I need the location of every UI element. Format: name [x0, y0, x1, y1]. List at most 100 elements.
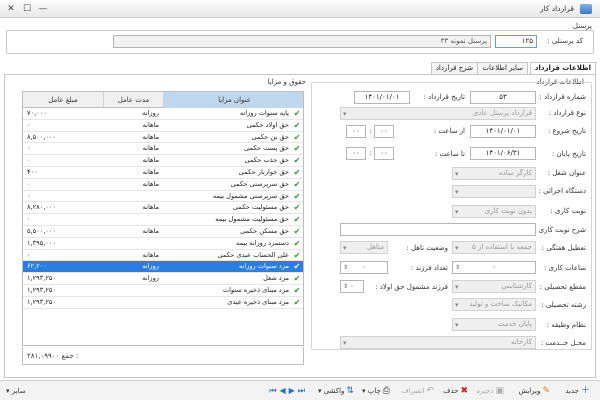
- exec-unit-select[interactable]: ▾: [452, 185, 536, 198]
- col-header-title[interactable]: عنوان مزایا: [163, 92, 303, 108]
- print-label: چاپ: [367, 387, 381, 395]
- window-titlebar: قرارداد کار ✕ ☐ —: [0, 0, 600, 18]
- work-hours-input[interactable]: ۰ ⇕: [452, 261, 536, 274]
- spinner-arrows-icon[interactable]: ⇕: [342, 282, 349, 291]
- table-row[interactable]: ✔ حق بن حکمی ماهانه ۸,۵۰۰,۰۰۰: [23, 132, 303, 144]
- benefits-grid: عنوان مزایا مدت عامل مبلغ عامل ✔ پایه سنو…: [22, 91, 304, 346]
- check-icon: ✔: [293, 262, 301, 272]
- last-record-icon[interactable]: ⏭: [298, 386, 308, 395]
- service-place-select[interactable]: کارخانه ▾: [340, 336, 536, 349]
- first-record-icon[interactable]: ⏮: [269, 386, 279, 395]
- table-row[interactable]: ✔ حق مسئولیت حکمی ماهانه ۸,۲۸۰,۰۰۰: [23, 202, 303, 215]
- fetch-label: واکشی: [323, 387, 345, 395]
- holiday-value: جمعه با استفاده از ۵: [472, 243, 532, 251]
- edit-button[interactable]: ✎ویرایش: [518, 385, 550, 397]
- table-row[interactable]: ✔ مزد مبنای ذخیره سنوات ۱,۲۹۳,۲۵۰: [23, 285, 303, 297]
- child-allowance-input[interactable]: ۰ ⇕: [340, 280, 364, 293]
- cancel-button[interactable]: ↶انصراف: [401, 385, 434, 397]
- shift-desc-input[interactable]: [340, 223, 536, 236]
- table-row[interactable]: ✔ مزد سنوات روزانه روزانه ۶۲,۲۰۰: [23, 261, 303, 274]
- table-row[interactable]: ✔ حق سرپرستی مشمول بیمه ۰: [23, 191, 303, 203]
- table-row[interactable]: ✔ حق خواربار حکمی ماهانه ۴۰۰: [23, 167, 303, 179]
- row-amount: ۱,۲۹۳,۲۵۰: [27, 274, 56, 283]
- shift-select[interactable]: بدون نوبت کاری ▾: [452, 205, 536, 218]
- military-select[interactable]: پایان خدمت ▾: [452, 318, 536, 331]
- table-row[interactable]: ✔ حق مسکن حکمی ماهانه ۵,۵۰۰,۰۰۰: [23, 226, 303, 238]
- fetch-button[interactable]: ⇅واکشی ▾: [318, 385, 354, 397]
- to-hour-minutes[interactable]: ۰۰: [346, 147, 366, 160]
- row-period: ماهانه: [142, 156, 159, 165]
- row-amount: ۰: [27, 144, 31, 153]
- row-title: حق اولاد حکمی: [246, 120, 289, 129]
- contract-type-select[interactable]: قرارداد پرسنل عادی ▾: [340, 107, 536, 120]
- field-of-study-value: مکانیک ساخت و تولید: [469, 300, 532, 308]
- minimize-button[interactable]: —: [36, 3, 50, 15]
- table-row[interactable]: ✔ دستمزد روزانه بیمه ۱,۳۹۵,۰۰۰: [23, 238, 303, 250]
- end-date-input[interactable]: ۱۴۰۱/۰۶/۳۱: [470, 147, 536, 160]
- military-label: نظام وظیفه :: [546, 321, 586, 329]
- marital-select[interactable]: متاهل ▾: [340, 241, 388, 254]
- other-button[interactable]: سایر ▾: [6, 385, 26, 397]
- table-row[interactable]: ✔ حق مسئولیت مشمول بیمه ۰: [23, 214, 303, 226]
- table-row[interactable]: ✔ مزد شغل روزانه ۱,۲۹۳,۲۵۰: [23, 273, 303, 285]
- personnel-name-field: پرسنل نمونه ۳۳: [113, 35, 491, 48]
- prev-record-icon[interactable]: ◀: [279, 386, 288, 395]
- row-amount: ۰: [27, 250, 31, 259]
- tab-contract-description[interactable]: شرح قرارداد: [430, 62, 478, 74]
- education-select[interactable]: کارشناسی ▾: [452, 280, 536, 293]
- spinner-arrows-icon[interactable]: ⇕: [342, 263, 349, 272]
- cancel-label: انصراف: [401, 387, 425, 395]
- table-row[interactable]: ✔ حق جذب حکمی ماهانه ۰: [23, 155, 303, 167]
- row-period: [103, 285, 163, 297]
- job-title-select[interactable]: کارگر ساده ▾: [452, 167, 536, 180]
- to-hour-hours[interactable]: ۰۰: [374, 147, 394, 160]
- save-button[interactable]: ▣ذخیره: [476, 385, 504, 397]
- benefits-group-label: حقوق و مزایا: [265, 78, 308, 86]
- children-input[interactable]: ۰ ⇕: [340, 261, 388, 274]
- next-record-icon[interactable]: ▶: [289, 386, 298, 395]
- table-row[interactable]: ✔ حق اولاد حکمی ماهانه ۰: [23, 120, 303, 132]
- tab-contract-info[interactable]: اطلاعات قرارداد: [529, 62, 596, 74]
- chevron-down-icon: ▾: [455, 321, 459, 329]
- contract-number-input[interactable]: ۵۳: [470, 91, 536, 104]
- new-button[interactable]: ＋جدید: [565, 385, 590, 397]
- row-period: [103, 238, 163, 250]
- tab-other-info[interactable]: سایر اطلاعات: [477, 62, 528, 74]
- row-title: علی الحساب عیدی حکمی: [217, 250, 289, 259]
- row-amount: ۱,۲۹۳,۲۵۰: [27, 286, 56, 294]
- check-icon: ✔: [293, 144, 301, 154]
- maximize-button[interactable]: ☐: [20, 3, 34, 15]
- from-hour-hours[interactable]: ۰۰: [374, 125, 394, 138]
- spinner-arrows-icon[interactable]: ⇕: [454, 263, 461, 272]
- close-button[interactable]: ✕: [4, 3, 18, 15]
- row-amount: ۰: [27, 156, 31, 165]
- table-row[interactable]: ✔ مزد مبنای ذخیره عیدی ۱,۲۹۳,۲۵۰: [23, 297, 303, 309]
- table-row[interactable]: ✔ پایه سنوات روزانه روزانه ۷۰,۰۰۰: [23, 108, 303, 120]
- contract-date-input[interactable]: ۱۴۰۱/۰۱/۰۱: [354, 91, 410, 104]
- col-header-amount[interactable]: مبلغ عامل: [23, 92, 103, 108]
- row-period: روزانه: [142, 262, 159, 271]
- row-amount: ۸,۲۸۰,۰۰۰: [27, 203, 56, 212]
- personnel-code-input[interactable]: ۱۲۵: [495, 35, 537, 48]
- from-hour-minutes[interactable]: ۰۰: [346, 125, 366, 138]
- table-row[interactable]: ✔ حق پست حکمی ماهانه ۰: [23, 143, 303, 156]
- print-button[interactable]: ⎙چاپ ▾: [362, 385, 390, 397]
- row-amount: ۶۲,۲۰۰: [27, 262, 47, 271]
- table-row[interactable]: ✔ حق سرپرستی حکمی ماهانه ۰: [23, 179, 303, 191]
- holiday-select[interactable]: جمعه با استفاده از ۵ ▾: [452, 241, 536, 254]
- personnel-code-label: کد پرسنلی :: [547, 37, 583, 45]
- grid-footer: ۲۸۱,۰۹۹۰۰ جمع :: [22, 347, 304, 365]
- total-value: ۲۸۱,۰۹۹۰۰: [27, 352, 60, 360]
- check-icon: ✔: [293, 156, 301, 166]
- field-of-study-select[interactable]: مکانیک ساخت و تولید ▾: [452, 298, 536, 311]
- check-icon: ✔: [293, 120, 301, 130]
- row-period: ماهانه: [142, 144, 159, 153]
- record-navigator[interactable]: ⏮◀▶⏭: [269, 385, 308, 397]
- row-title: حق بن حکمی: [251, 132, 289, 141]
- education-label: مقطع تحصیلی :: [539, 283, 586, 291]
- table-row[interactable]: ✔ علی الحساب عیدی حکمی ماهانه ۰: [23, 250, 303, 262]
- delete-button[interactable]: ✖حذف: [443, 385, 468, 397]
- row-title: مزد شغل: [263, 274, 289, 283]
- col-header-period[interactable]: مدت عامل: [103, 92, 163, 108]
- start-date-input[interactable]: ۱۴۰۱/۰۱/۰۱: [470, 125, 536, 138]
